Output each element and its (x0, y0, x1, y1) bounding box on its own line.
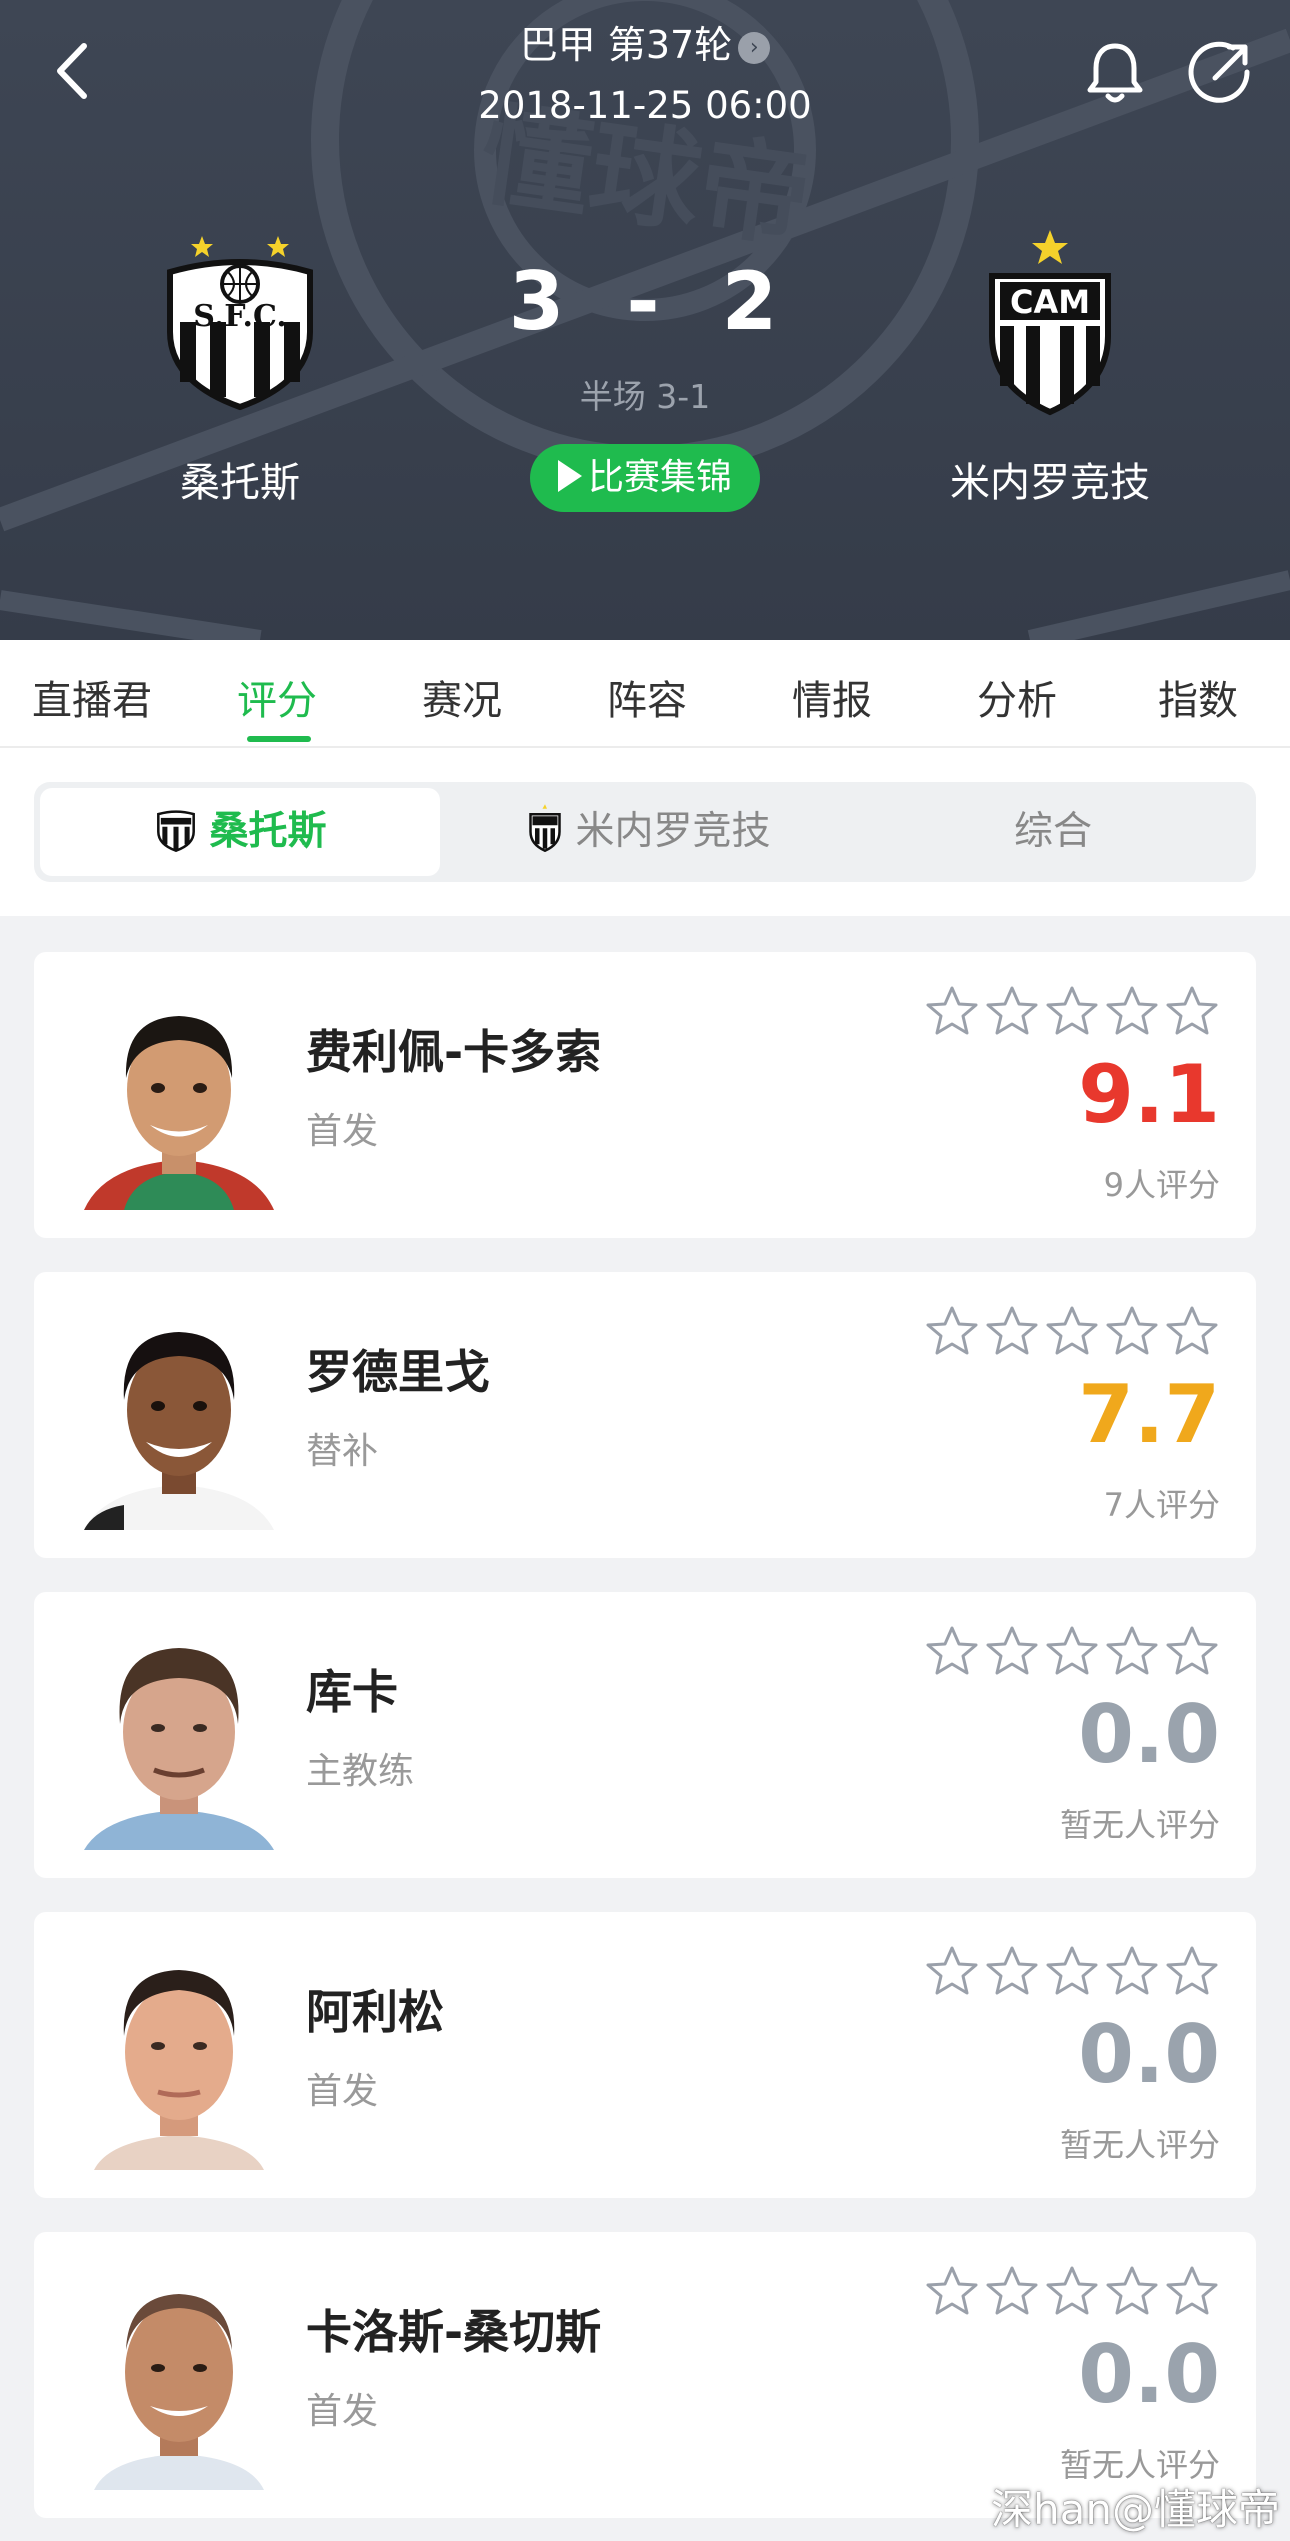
away-score: 2 (721, 255, 782, 348)
tab-bar: 直播君 评分 赛况 阵容 情报 分析 指数 (0, 640, 1290, 748)
home-team-name[interactable]: 桑托斯 (60, 450, 420, 508)
star-icon (1166, 2266, 1218, 2315)
player-name: 阿利松 (306, 1985, 444, 2039)
rating-count: 暂无人评分 (1059, 2126, 1220, 2164)
star-icon (1046, 1946, 1098, 1995)
active-tab-indicator (247, 736, 311, 742)
atletico-small-icon (529, 804, 562, 853)
away-team-name[interactable]: 米内罗竞技 (870, 450, 1230, 508)
tab-odds[interactable]: 指数 (1118, 668, 1278, 726)
team-switch: 桑托斯 米内罗竞技 综合 (34, 782, 1256, 882)
watermark: 深han@懂球帝 (991, 2485, 1280, 2534)
player-rating: 0.0 (1078, 2008, 1220, 2101)
player-name: 卡洛斯-桑切斯 (306, 2305, 602, 2359)
star-icon (986, 1626, 1038, 1675)
bell-icon[interactable] (1080, 38, 1150, 108)
player-photo (94, 1970, 264, 2170)
player-card[interactable]: 阿利松 首发 0.0 暂无人评分 (34, 1912, 1256, 2198)
star-icon (1106, 1946, 1158, 1995)
halftime-score: 半场 3-1 (579, 377, 711, 416)
player-card[interactable]: 库卡 主教练 0.0 暂无人评分 (34, 1592, 1256, 1878)
player-name: 库卡 (306, 1665, 398, 1719)
chevron-right-icon: › (738, 32, 771, 64)
star-icon (1166, 1626, 1218, 1675)
tab-ratings[interactable]: 评分 (197, 668, 357, 726)
star-icon (1106, 1626, 1158, 1675)
highlights-label: 比赛集锦 (587, 457, 732, 498)
player-rating: 0.0 (1078, 1688, 1220, 1781)
star-icon (926, 1946, 978, 1995)
star-icon (926, 2266, 978, 2315)
switch-away-team[interactable]: 米内罗竞技 (448, 788, 848, 876)
switch-away-label: 米内罗竞技 (575, 809, 771, 854)
tab-match-events[interactable]: 赛况 (382, 668, 542, 726)
team-switch-area: 桑托斯 米内罗竞技 综合 (0, 748, 1290, 916)
switch-all[interactable]: 综合 (856, 788, 1250, 876)
star-icon (1106, 986, 1158, 1035)
share-icon[interactable] (1185, 38, 1255, 108)
tab-intel[interactable]: 情报 (752, 668, 912, 726)
player-rating: 9.1 (1078, 1048, 1220, 1141)
star-icon (1106, 1306, 1158, 1355)
player-card[interactable]: 费利佩-卡多索 首发 9.1 9人评分 (34, 952, 1256, 1238)
rating-count: 暂无人评分 (1059, 1806, 1220, 1844)
score-separator: - (626, 255, 664, 348)
star-icon (986, 1946, 1038, 1995)
player-role: 首发 (306, 2391, 379, 2432)
rating-stars[interactable] (922, 1622, 1222, 1682)
tab-live[interactable]: 直播君 (12, 668, 172, 726)
play-icon (557, 460, 582, 492)
rating-count: 9人评分 (1103, 1166, 1220, 1204)
tab-lineup[interactable]: 阵容 (567, 668, 727, 726)
star-icon (986, 1306, 1038, 1355)
player-photo (94, 2294, 264, 2490)
player-card[interactable]: 罗德里戈 替补 7.7 7人评分 (34, 1272, 1256, 1558)
star-icon (926, 986, 978, 1035)
star-icon (986, 2266, 1038, 2315)
rating-stars[interactable] (922, 2262, 1222, 2322)
player-photo (84, 1648, 274, 1850)
star-icon (986, 986, 1038, 1035)
star-icon (1106, 2266, 1158, 2315)
player-rating-list: 费利佩-卡多索 首发 9.1 9人评分 罗德里戈 替补 7.7 7人评分 库卡 … (34, 952, 1256, 2541)
player-role: 主教练 (306, 1751, 415, 1792)
star-icon (1046, 986, 1098, 1035)
player-photo (84, 1016, 274, 1210)
player-role: 首发 (306, 2071, 379, 2112)
score: 3-2 (0, 255, 1290, 348)
highlights-button[interactable]: 比赛集锦 (530, 444, 760, 512)
switch-home-team[interactable]: 桑托斯 (40, 788, 440, 876)
rating-count: 7人评分 (1103, 1486, 1220, 1524)
player-rating: 0.0 (1078, 2328, 1220, 2421)
star-icon (1166, 1306, 1218, 1355)
match-header: 懂球帝 巴甲 第37轮 › 2018-11-25 06:00 S.F.C. CAM (0, 0, 1290, 640)
star-icon (926, 1626, 978, 1675)
player-name: 费利佩-卡多索 (306, 1025, 602, 1079)
rating-stars[interactable] (922, 1942, 1222, 2002)
player-photo (84, 1332, 274, 1530)
star-icon (1166, 986, 1218, 1035)
player-role: 替补 (306, 1431, 379, 1472)
star-icon (926, 1306, 978, 1355)
league-round-label: 巴甲 第37轮 (519, 23, 733, 67)
rating-stars[interactable] (922, 1302, 1222, 1362)
star-icon (1046, 1626, 1098, 1675)
santos-small-icon (157, 810, 196, 853)
player-rating: 7.7 (1078, 1368, 1220, 1461)
star-icon (1046, 1306, 1098, 1355)
player-role: 首发 (306, 1111, 379, 1152)
player-name: 罗德里戈 (306, 1345, 490, 1399)
switch-home-label: 桑托斯 (209, 809, 327, 854)
home-score: 3 (508, 255, 569, 348)
rating-stars[interactable] (922, 982, 1222, 1042)
tab-analysis[interactable]: 分析 (937, 668, 1097, 726)
star-icon (1046, 2266, 1098, 2315)
star-icon (1166, 1946, 1218, 1995)
